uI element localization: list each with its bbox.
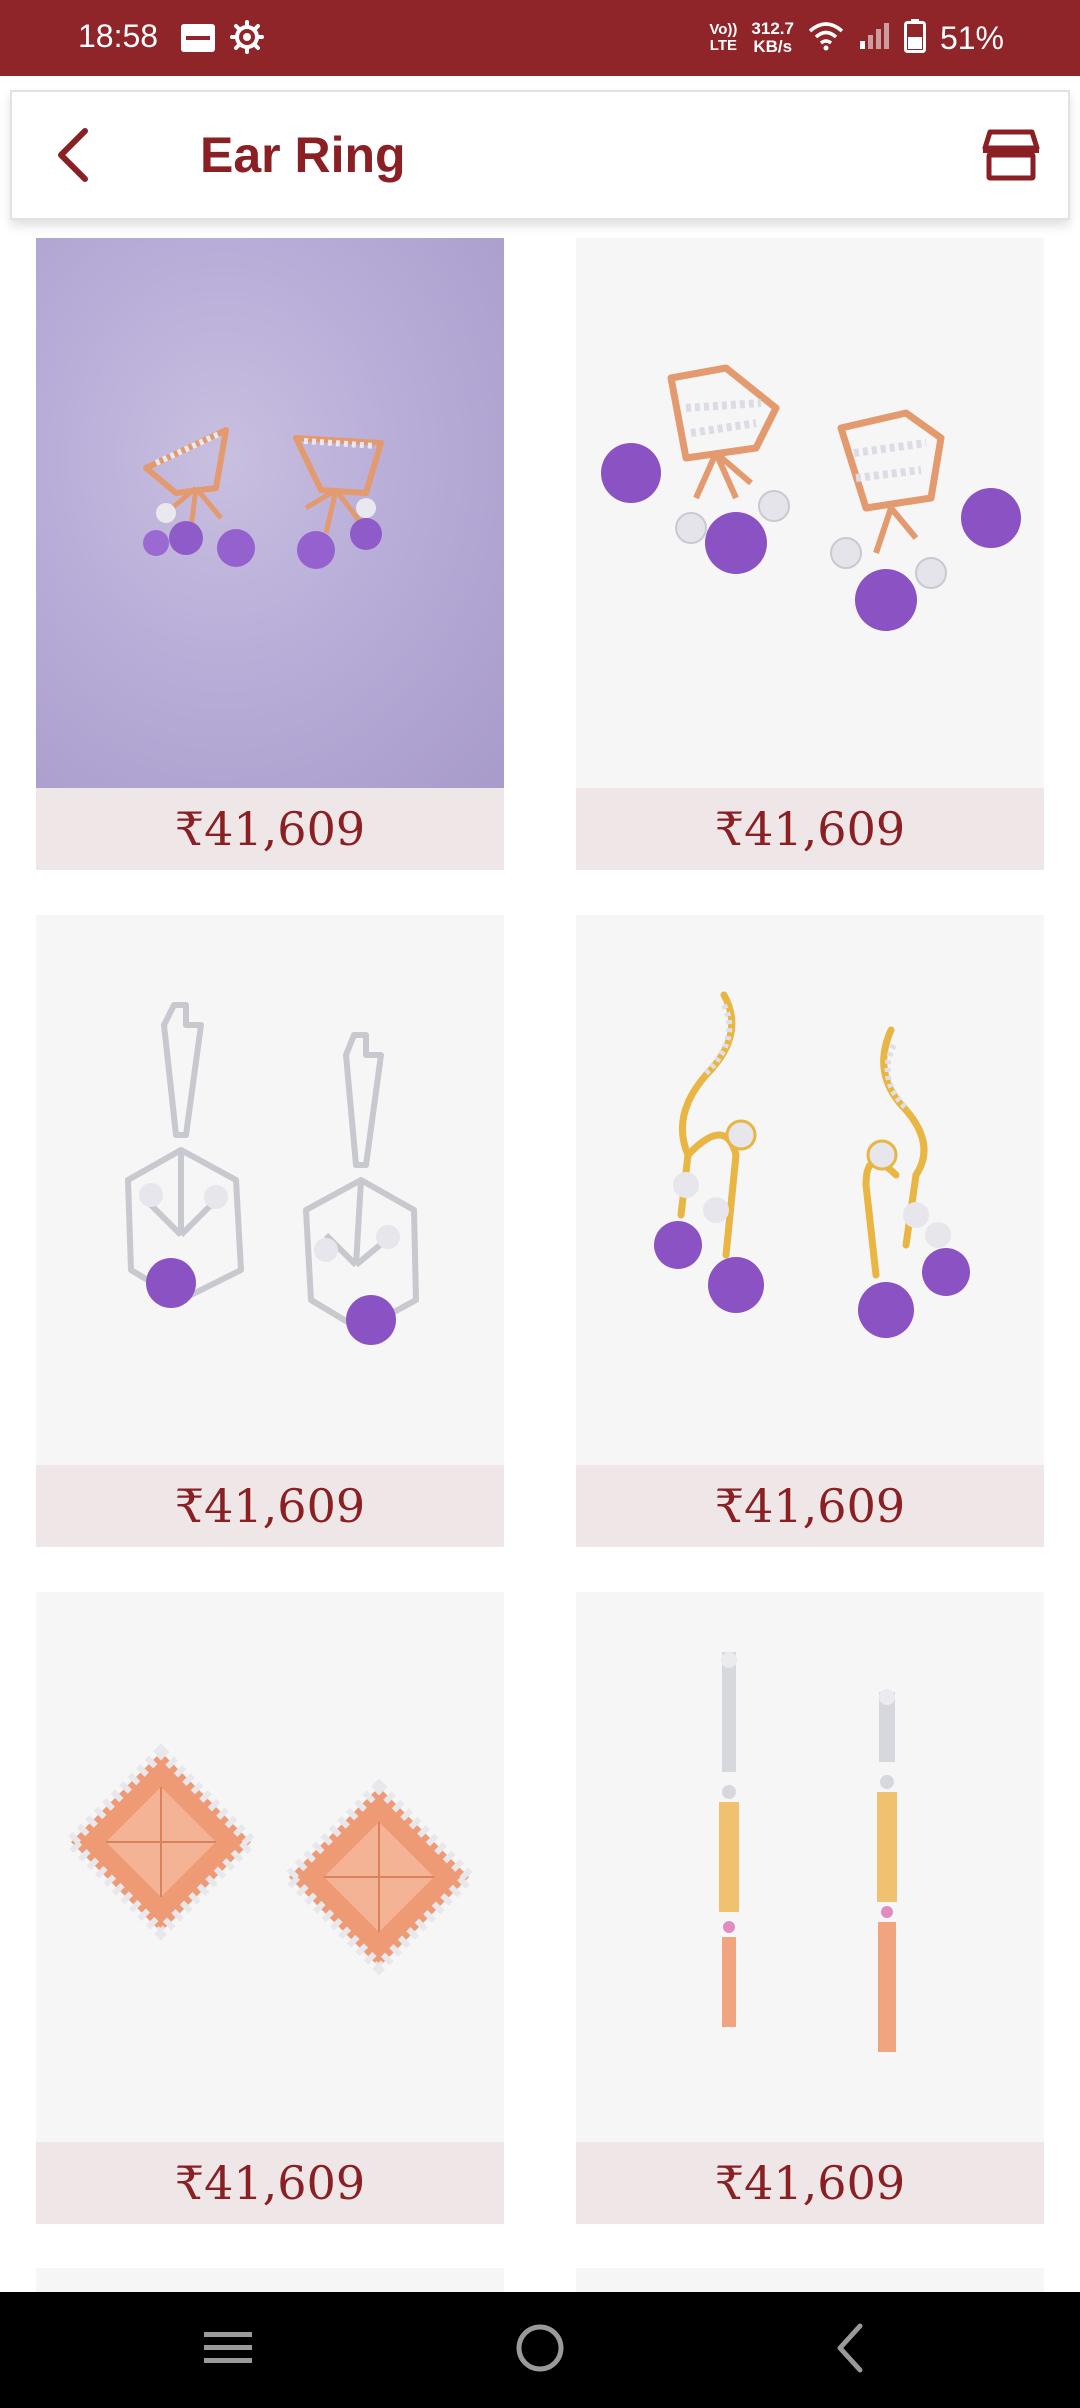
battery-icon [903,18,926,58]
app-bar: Ear Ring [10,90,1070,220]
system-back-button[interactable] [820,2320,880,2380]
battery-percent: 51% [939,19,1004,56]
product-card[interactable]: ₹41,609 [576,238,1044,870]
product-card[interactable]: ₹41,609 [576,1592,1044,2224]
product-image[interactable] [36,1592,504,2142]
product-card[interactable]: ₹41,609 [36,238,504,870]
volte-indicator: Vo)) LTE [709,22,737,54]
settings-gear-icon [230,20,264,54]
product-price: ₹41,609 [36,788,504,870]
screen: 18:58 Vo)) LTE 312.7 KB/s 51% Ear Ring ₹… [0,0,1080,2408]
home-icon [514,2322,566,2378]
earring-illustration [62,1743,478,1976]
product-card[interactable]: ₹41,609 [576,915,1044,1547]
network-speed-unit: KB/s [753,37,793,56]
product-image[interactable] [576,915,1044,1465]
product-image[interactable] [36,915,504,1465]
product-image[interactable] [36,238,504,788]
product-grid: ₹41,609 ₹41,609 ₹41,609 ₹41,609 ₹41,609 … [0,238,1080,2292]
lte-label: LTE [709,37,737,54]
earring-illustration [654,991,970,1338]
wifi-icon [808,21,844,56]
back-button[interactable] [40,124,106,190]
system-nav-bar [0,2292,1080,2408]
chevron-left-icon [53,127,93,187]
product-image[interactable] [576,238,1044,788]
notification-app-icon [181,24,215,52]
product-price: ₹41,609 [576,788,1044,870]
status-indicators: Vo)) LTE 312.7 KB/s 51% [709,12,1004,64]
network-speed: 312.7 KB/s [751,20,794,56]
product-card-partial[interactable] [36,2268,504,2292]
product-price: ₹41,609 [36,1465,504,1547]
recent-apps-button[interactable] [198,2320,258,2380]
back-icon [830,2322,870,2378]
status-bar: 18:58 Vo)) LTE 312.7 KB/s 51% [0,0,1080,76]
menu-icon [202,2328,254,2372]
earring-illustration [719,1652,897,2052]
status-time: 18:58 [78,18,159,54]
product-price: ₹41,609 [36,2142,504,2224]
product-price: ₹41,609 [576,2142,1044,2224]
earring-illustration [125,1002,419,1345]
store-button[interactable] [976,122,1046,192]
store-icon [982,129,1040,185]
home-button[interactable] [510,2320,570,2380]
volte-label: Vo)) [709,21,738,38]
product-image[interactable] [576,1592,1044,2142]
network-speed-value: 312.7 [751,19,794,38]
page-title: Ear Ring [200,127,406,183]
earring-illustration [143,427,384,569]
product-card[interactable]: ₹41,609 [36,915,504,1547]
earring-illustration [601,364,1021,631]
product-price: ₹41,609 [576,1465,1044,1547]
cell-signal-icon [858,21,890,56]
product-card[interactable]: ₹41,609 [36,1592,504,2224]
product-card-partial[interactable] [576,2268,1044,2292]
